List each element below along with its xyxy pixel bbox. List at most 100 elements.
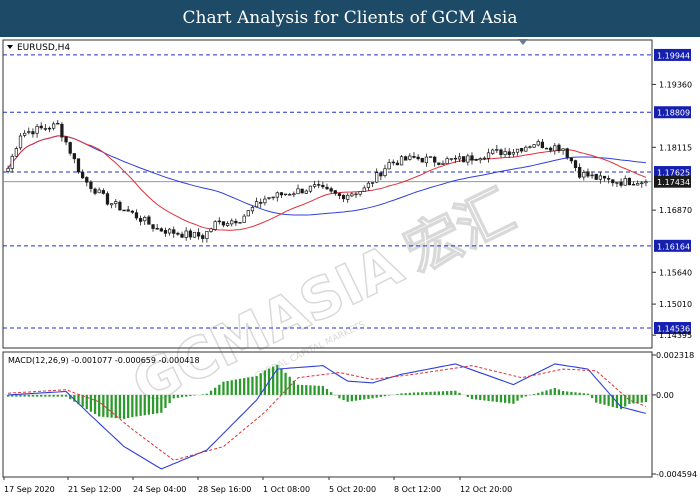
- candle-body-bearish: [329, 188, 333, 192]
- candle-body-bearish: [404, 156, 408, 161]
- candle-body-bullish: [387, 162, 391, 170]
- candle-body-bullish: [238, 222, 242, 224]
- candle-body-bearish: [470, 155, 474, 161]
- candle-body-bullish: [230, 220, 234, 225]
- candle-body-bullish: [457, 156, 462, 160]
- candle-body-bullish: [449, 158, 453, 160]
- level-price-label: 1.16164: [657, 242, 690, 251]
- candle-body-bullish: [292, 193, 296, 196]
- candle-body-bearish: [105, 193, 110, 205]
- candle-body-bearish: [68, 142, 72, 154]
- candle-body-bearish: [333, 190, 337, 194]
- candle-body-bullish: [267, 197, 271, 199]
- candle-body-bullish: [495, 149, 499, 151]
- candlestick: [594, 173, 598, 180]
- candle-body-bullish: [271, 196, 275, 199]
- candle-body-bearish: [155, 228, 159, 230]
- candlestick: [238, 221, 242, 224]
- candle-body-bullish: [242, 215, 246, 223]
- candle-body-bullish: [615, 182, 619, 184]
- candle-body-bullish: [143, 217, 147, 222]
- candle-body-bullish: [312, 184, 317, 187]
- candle-body-bullish: [225, 223, 230, 226]
- candle-body-bearish: [594, 173, 598, 180]
- candle-body-bullish: [408, 155, 412, 160]
- candle-body-bearish: [80, 172, 85, 179]
- candle-body-bearish: [602, 175, 607, 179]
- candle-body-bearish: [337, 193, 342, 196]
- candle-body-bullish: [478, 158, 482, 161]
- time-tick-label: 5 Oct 20:00: [329, 485, 376, 494]
- macd-tick-label: 0.00: [656, 391, 674, 400]
- candlestick: [122, 209, 126, 212]
- candle-body-bearish: [201, 235, 205, 239]
- candlestick: [420, 157, 424, 163]
- candlestick: [105, 191, 110, 206]
- candle-body-bearish: [619, 181, 623, 186]
- candle-body-bearish: [321, 184, 325, 188]
- candle-body-bearish: [433, 156, 437, 163]
- candle-body-bullish: [346, 194, 350, 200]
- candlestick: [462, 156, 466, 163]
- time-tick-label: 28 Sep 16:00: [198, 485, 251, 494]
- candle-body-bearish: [221, 221, 226, 226]
- candle-body-bearish: [611, 179, 615, 184]
- candle-body-bearish: [474, 159, 478, 161]
- candle-body-bullish: [254, 201, 259, 208]
- candle-body-bullish: [524, 146, 528, 152]
- candle-body-bullish: [283, 193, 288, 196]
- time-tick-label: 17 Sep 2020: [4, 485, 55, 494]
- candle-body-bullish: [43, 128, 47, 130]
- candlestick: [76, 158, 81, 174]
- candle-body-bullish: [205, 231, 209, 239]
- candle-body-bearish: [122, 209, 126, 212]
- candle-body-bullish: [192, 231, 197, 238]
- candle-body-bullish: [482, 157, 487, 160]
- candle-body-bearish: [279, 192, 284, 196]
- price-tick-label: 1.19360: [659, 80, 692, 89]
- candle-body-bullish: [366, 182, 371, 188]
- header-title: Chart Analysis for Clients of GCM Asia: [0, 0, 700, 37]
- candle-body-bullish: [428, 156, 433, 158]
- candle-body-bullish: [288, 194, 292, 196]
- candle-body-bearish: [607, 178, 611, 180]
- candle-body-bearish: [31, 131, 35, 135]
- time-tick-label: 1 Oct 08:00: [263, 485, 310, 494]
- candle-body-bearish: [56, 122, 60, 125]
- candle-body-bullish: [308, 185, 313, 192]
- candle-body-bullish: [503, 151, 507, 155]
- candlestick: [246, 210, 250, 217]
- candle-body-bearish: [89, 181, 93, 189]
- macd-label: MACD(12,26,9) -0.001077 -0.000659 -0.000…: [8, 356, 200, 365]
- candle-body-bearish: [172, 229, 176, 234]
- candle-body-bearish: [557, 144, 561, 152]
- candle-body-bullish: [10, 155, 14, 169]
- symbol-label: EURUSD,H4: [17, 43, 70, 53]
- candle-body-bearish: [234, 220, 238, 224]
- candle-body-bullish: [598, 175, 603, 180]
- candle-body-bullish: [250, 207, 255, 212]
- candle-body-bullish: [466, 155, 470, 163]
- candle-body-bullish: [644, 181, 648, 184]
- candle-body-bullish: [544, 147, 549, 150]
- candle-body-bullish: [445, 158, 449, 165]
- candle-body-bullish: [23, 132, 27, 136]
- candlestick: [428, 156, 433, 158]
- candle-body-bullish: [532, 144, 536, 148]
- candle-body-bearish: [499, 149, 503, 156]
- candle-body-bearish: [631, 183, 636, 186]
- candle-body-bullish: [275, 192, 279, 198]
- price-tick-label: 1.15640: [659, 268, 692, 277]
- candle-body-bullish: [362, 187, 366, 192]
- macd-tick-label: -0.004594: [656, 470, 697, 479]
- candle-body-bullish: [296, 188, 300, 195]
- candle-body-bearish: [437, 162, 441, 165]
- candle-body-bullish: [213, 221, 217, 230]
- candle-body-bullish: [263, 198, 267, 204]
- chart-frame: GCMASIA 宏汇 © GLOBAL CAPITAL MARKETS EURU…: [0, 37, 700, 500]
- candle-body-bearish: [416, 156, 420, 160]
- macd-tick-label: 0.002318: [656, 351, 694, 360]
- candle-body-bullish: [358, 191, 362, 195]
- candle-body-bearish: [565, 148, 569, 158]
- level-price-label: 1.19944: [657, 51, 690, 60]
